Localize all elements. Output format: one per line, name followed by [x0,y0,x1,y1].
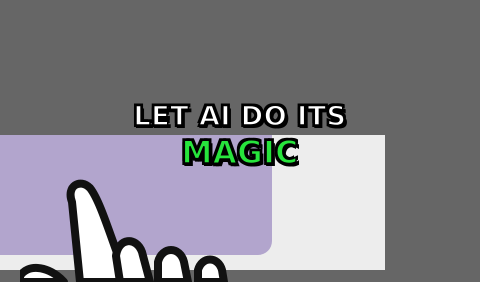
caption-line-2: MAGIC [181,134,299,172]
caption-line-1: LET AI DO ITS [133,100,347,133]
hand-pointer-icon [20,179,228,282]
caption: LET AI DO ITS MAGIC [0,100,480,172]
